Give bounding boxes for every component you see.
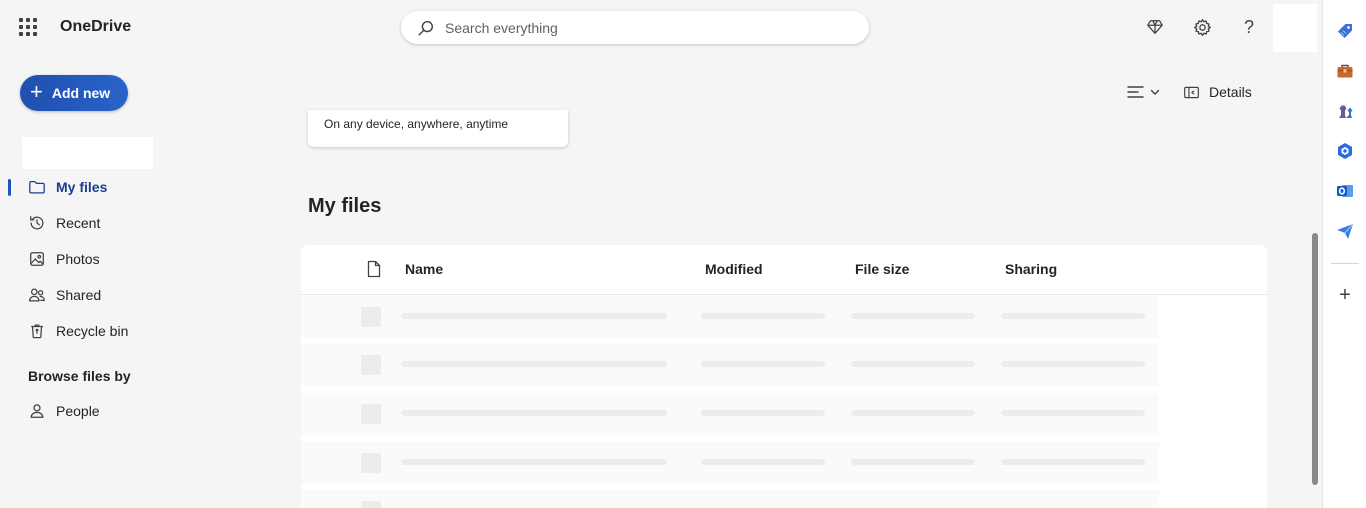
image-icon — [30, 252, 44, 266]
app-name[interactable]: OneDrive — [60, 18, 131, 36]
file-type-icon[interactable] — [366, 260, 382, 278]
recycle-bin-icon — [31, 324, 43, 339]
column-header-sharing[interactable]: Sharing — [1005, 261, 1057, 277]
details-button[interactable]: Details — [1183, 82, 1252, 102]
settings-gear-icon[interactable] — [1191, 16, 1213, 38]
skeleton-line — [851, 361, 975, 367]
skeleton-line — [401, 361, 667, 367]
sidebar-item-recent[interactable]: Recent — [28, 212, 100, 234]
sidebar-item-label: Recycle bin — [56, 323, 129, 339]
tag-icon[interactable] — [1335, 21, 1355, 41]
search-input[interactable]: Search everything — [445, 20, 558, 36]
account-avatar[interactable] — [1273, 4, 1317, 52]
top-bar: OneDrive Search everything ? — [0, 0, 1322, 56]
promo-text: On any device, anywhere, anytime — [324, 117, 509, 131]
chevron-down-icon — [1150, 89, 1160, 95]
history-icon — [30, 216, 44, 230]
skeleton-line — [701, 361, 825, 367]
search-icon — [418, 20, 434, 35]
skeleton-icon — [361, 501, 381, 508]
skeleton-line — [701, 459, 825, 465]
scrollbar-thumb[interactable] — [1312, 233, 1318, 485]
sidebar-item-label: My files — [56, 179, 108, 195]
skeleton-line — [701, 410, 825, 416]
sidebar-item-shared[interactable]: Shared — [28, 284, 101, 306]
plus-icon: + — [30, 79, 43, 104]
skeleton-line — [851, 459, 975, 465]
active-indicator — [8, 179, 11, 196]
sidebar-item-label: Photos — [56, 251, 100, 267]
list-view-icon — [1127, 86, 1144, 98]
table-row-loading — [301, 393, 1159, 435]
skeleton-line — [1001, 361, 1145, 367]
promo-card[interactable]: On any device, anywhere, anytime — [308, 110, 568, 147]
add-new-label: Add new — [51, 85, 111, 101]
skeleton-line — [1001, 459, 1145, 465]
chess-icon[interactable] — [1335, 101, 1355, 121]
sidebar-item-photos[interactable]: Photos — [28, 248, 100, 270]
app-launcher-icon[interactable] — [18, 17, 38, 37]
people-icon — [28, 288, 45, 302]
briefcase-icon[interactable] — [1335, 61, 1355, 81]
sidebar-item-label: Shared — [56, 287, 102, 303]
person-icon — [30, 404, 44, 418]
skeleton-line — [1001, 313, 1145, 319]
skeleton-icon — [361, 404, 381, 424]
details-pane-icon — [1184, 86, 1199, 98]
skeleton-line — [401, 459, 667, 465]
column-header-modified[interactable]: Modified — [705, 261, 763, 277]
copilot-icon[interactable] — [1335, 141, 1355, 161]
skeleton-line — [401, 313, 667, 319]
skeleton-line — [401, 410, 667, 416]
skeleton-icon — [361, 355, 381, 375]
send-icon[interactable] — [1335, 221, 1355, 241]
skeleton-icon — [361, 307, 381, 327]
table-row-loading — [301, 296, 1159, 338]
outlook-icon[interactable] — [1335, 181, 1355, 201]
skeleton-line — [1001, 410, 1145, 416]
table-row-loading — [301, 490, 1159, 508]
column-header-name[interactable]: Name — [405, 261, 443, 277]
help-icon[interactable]: ? — [1238, 16, 1260, 38]
details-label: Details — [1209, 84, 1252, 100]
folder-icon — [29, 180, 45, 194]
premium-diamond-icon[interactable] — [1144, 16, 1166, 38]
skeleton-line — [701, 313, 825, 319]
side-rail: + — [1322, 0, 1366, 508]
sidebar-item-my-files[interactable]: My files — [28, 176, 107, 198]
table-row-loading — [301, 344, 1159, 386]
skeleton-line — [851, 313, 975, 319]
skeleton-line — [851, 410, 975, 416]
table-header: Name Modified File size Sharing — [301, 245, 1267, 295]
add-icon[interactable]: + — [1335, 285, 1355, 305]
account-name-placeholder — [22, 137, 153, 169]
sidebar-item-people[interactable]: People — [28, 400, 100, 422]
sidebar-item-recycle-bin[interactable]: Recycle bin — [28, 320, 128, 342]
table-row-loading — [301, 442, 1159, 484]
view-options-button[interactable] — [1127, 82, 1167, 102]
sidebar-item-label: People — [56, 403, 100, 419]
sidebar-item-label: Recent — [56, 215, 101, 231]
rail-divider — [1331, 263, 1359, 264]
skeleton-icon — [361, 453, 381, 473]
add-new-button[interactable]: + Add new — [20, 75, 128, 111]
page-title: My files — [308, 195, 382, 217]
column-header-file-size[interactable]: File size — [855, 261, 909, 277]
search-box[interactable]: Search everything — [401, 11, 869, 44]
files-table: Name Modified File size Sharing — [301, 245, 1267, 508]
browse-files-by-heading: Browse files by — [28, 368, 131, 384]
